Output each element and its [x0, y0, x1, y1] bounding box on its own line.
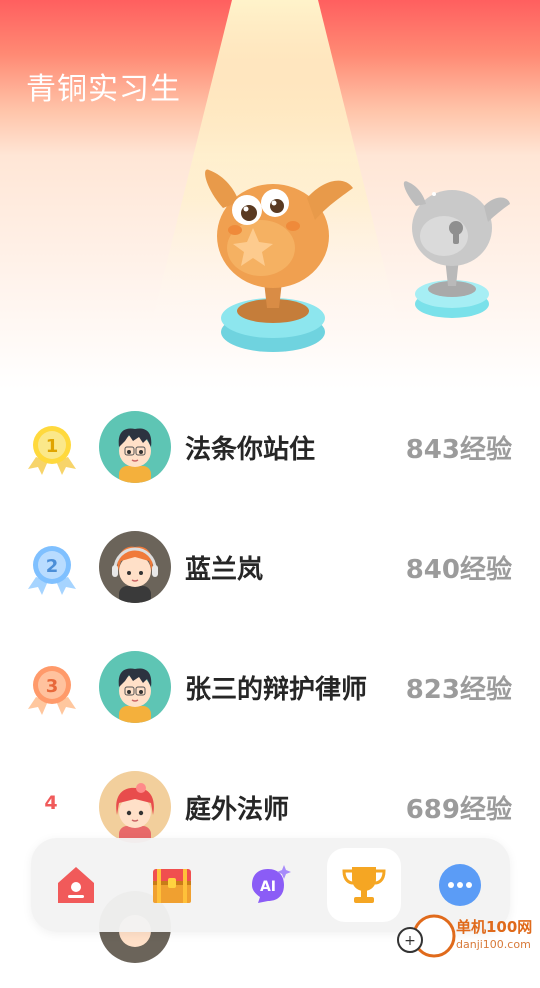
- avatar-image: [99, 411, 171, 483]
- rank-title: 青铜实习生: [26, 72, 181, 107]
- svg-text:2: 2: [46, 556, 59, 577]
- avatar-image: [99, 531, 171, 603]
- player-name: 蓝兰岚: [185, 555, 264, 585]
- home-icon: [58, 867, 94, 903]
- watermark-text: 单机100网: [456, 918, 533, 936]
- player-name: 庭外法师: [185, 795, 290, 825]
- gold-medal-icon: 1: [28, 426, 76, 475]
- ranking-row[interactable]: 1 法条你站住 843经验: [0, 388, 540, 508]
- svg-text:+: +: [404, 933, 416, 949]
- svg-text:3: 3: [46, 676, 59, 697]
- avatar[interactable]: [99, 651, 171, 723]
- ranking-row[interactable]: 3 张三的辩护律师 823经验: [0, 628, 540, 748]
- rank-number: 4: [44, 792, 58, 814]
- more-icon: [439, 864, 481, 906]
- player-name: 张三的辩护律师: [185, 675, 368, 705]
- avatar-image: [99, 651, 171, 723]
- avatar-image: [99, 771, 171, 843]
- tab-home[interactable]: [39, 848, 113, 922]
- avatar[interactable]: [99, 771, 171, 843]
- silver-medal-icon: 2: [28, 546, 76, 595]
- tab-leaderboard[interactable]: [327, 848, 401, 922]
- player-xp: 843经验: [405, 435, 512, 465]
- treasure-chest-icon: [153, 869, 191, 903]
- avatar[interactable]: [99, 531, 171, 603]
- tab-ai[interactable]: AI: [231, 848, 305, 922]
- svg-text:1: 1: [46, 436, 59, 457]
- ranking-row[interactable]: 2 蓝兰岚 840经验: [0, 508, 540, 628]
- locked-silver-trophy-icon: [403, 181, 510, 318]
- ai-label: AI: [260, 879, 276, 895]
- bronze-trophy-icon: [205, 169, 353, 352]
- avatar[interactable]: [99, 411, 171, 483]
- bronze-medal-icon: 3: [28, 666, 76, 715]
- trophy-icon: [342, 867, 386, 903]
- player-xp: 823经验: [405, 675, 512, 705]
- watermark-url: danji100.com: [456, 938, 531, 951]
- player-xp: 840经验: [405, 555, 512, 585]
- ai-icon: AI: [252, 865, 291, 903]
- player-xp: 689经验: [405, 795, 512, 825]
- tab-more[interactable]: [423, 848, 497, 922]
- tab-treasure[interactable]: [135, 848, 209, 922]
- player-name: 法条你站住: [185, 435, 316, 465]
